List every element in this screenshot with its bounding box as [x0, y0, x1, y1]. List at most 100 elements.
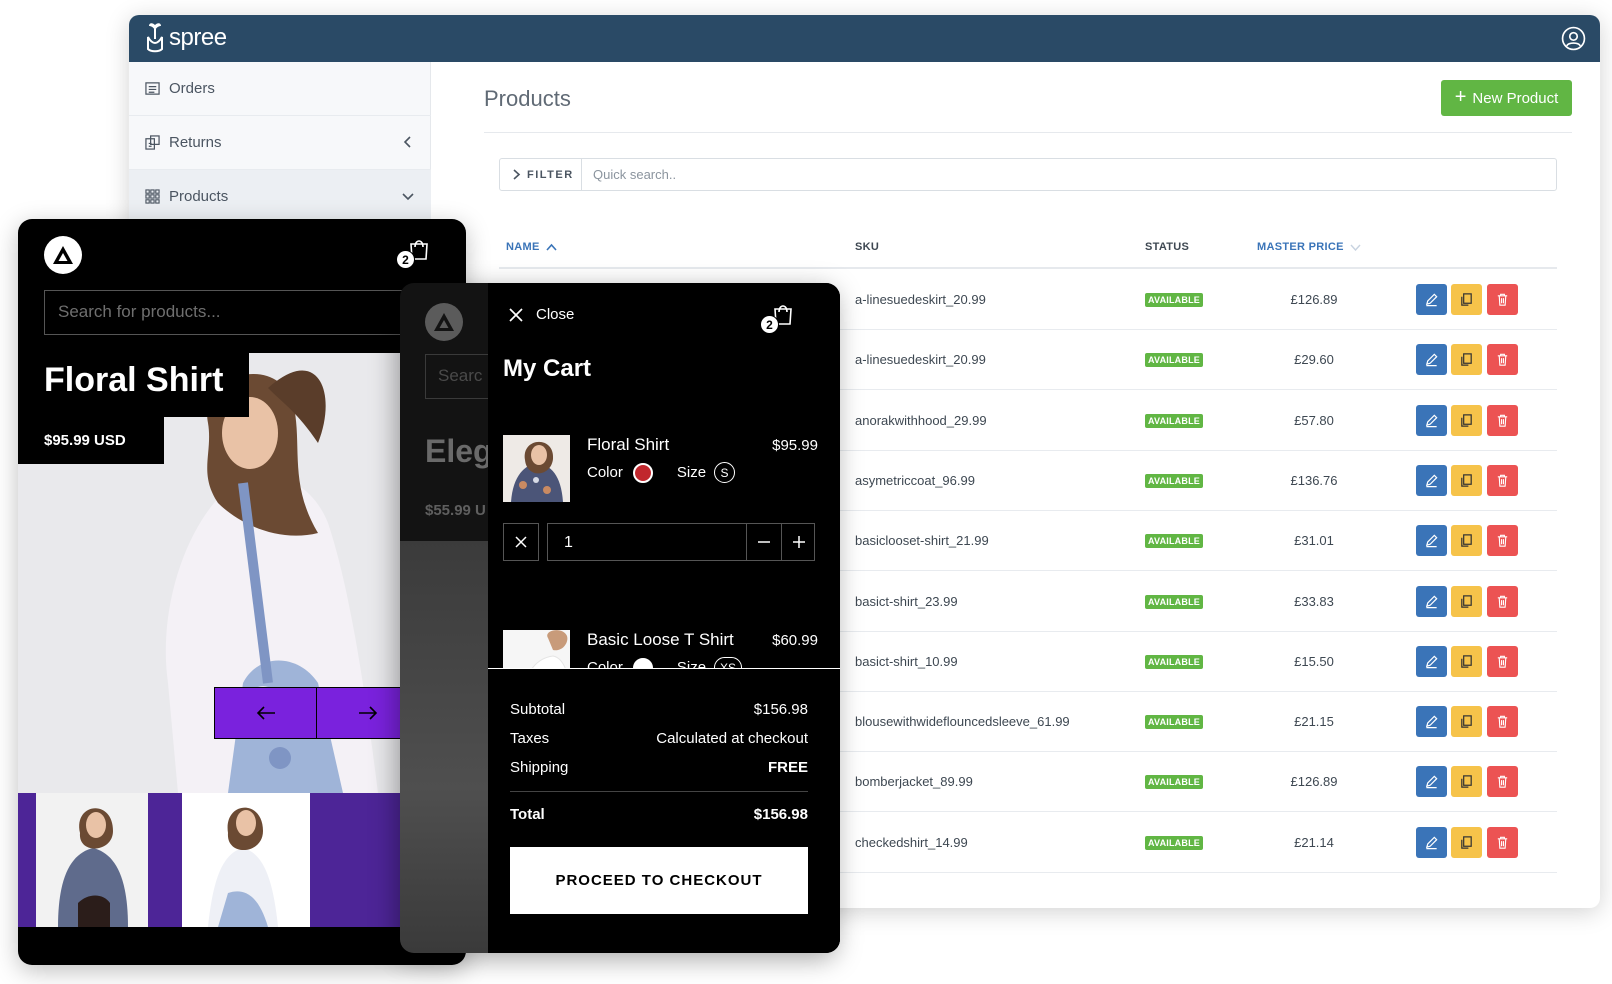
- store-logo-icon: [53, 246, 73, 264]
- sidebar-item-products[interactable]: Products: [129, 170, 431, 224]
- cart-item-price: $60.99: [772, 632, 818, 649]
- column-header-name[interactable]: NAME: [506, 241, 557, 253]
- sidebar-item-orders[interactable]: Orders: [129, 62, 431, 116]
- edit-product-button[interactable]: [1416, 706, 1447, 738]
- copy-icon: [1461, 594, 1472, 608]
- delete-product-button[interactable]: [1487, 826, 1518, 858]
- filter-label: FILTER: [527, 168, 574, 181]
- edit-product-button[interactable]: [1416, 525, 1447, 557]
- delete-product-button[interactable]: [1487, 344, 1518, 376]
- edit-product-button[interactable]: [1416, 645, 1447, 677]
- quantity-input[interactable]: 1: [547, 523, 815, 561]
- sort-ascending-icon: [545, 243, 557, 251]
- master-price: £126.89: [1290, 292, 1338, 307]
- product-search-input[interactable]: Search for products...: [44, 290, 444, 335]
- filter-toggle-button[interactable]: FILTER: [500, 159, 582, 190]
- copy-icon: [1461, 534, 1472, 547]
- cart-item-thumbnail[interactable]: [503, 630, 570, 668]
- taxes-row: Taxes Calculated at checkout: [510, 730, 808, 747]
- store-logo[interactable]: [44, 236, 82, 274]
- delete-product-button[interactable]: [1487, 404, 1518, 436]
- minus-icon: [758, 541, 770, 543]
- sidebar-item-label: Returns: [169, 134, 222, 151]
- trash-icon: [1497, 293, 1508, 306]
- clone-product-button[interactable]: [1451, 645, 1482, 677]
- product-title: Floral Shirt: [44, 361, 224, 399]
- thumbnail-1[interactable]: [36, 793, 148, 927]
- cart-item-options: Color Size XS: [587, 657, 743, 668]
- sidebar-item-returns[interactable]: Returns: [129, 116, 431, 170]
- trash-icon: [1497, 414, 1508, 427]
- product-sku: basict-shirt_10.99: [855, 653, 958, 669]
- color-label: Color: [587, 464, 623, 481]
- status-badge: AVAILABLE: [1145, 293, 1203, 307]
- delete-product-button[interactable]: [1487, 525, 1518, 557]
- quick-search-input[interactable]: [583, 159, 1553, 190]
- delete-product-button[interactable]: [1487, 766, 1518, 798]
- total-value: $156.98: [753, 806, 808, 823]
- edit-product-button[interactable]: [1416, 585, 1447, 617]
- returns-icon: [145, 135, 160, 150]
- edit-product-button[interactable]: [1416, 826, 1447, 858]
- master-price: £29.60: [1294, 352, 1334, 368]
- product-sku: basict-shirt_23.99: [855, 593, 958, 609]
- clone-product-button[interactable]: [1451, 766, 1482, 798]
- size-chip: XS: [714, 657, 743, 668]
- clone-product-button[interactable]: [1451, 525, 1482, 557]
- shipping-label: Shipping: [510, 759, 569, 776]
- clone-product-button[interactable]: [1451, 284, 1482, 315]
- clone-product-button[interactable]: [1451, 826, 1482, 858]
- clone-product-button[interactable]: [1451, 344, 1482, 376]
- clone-product-button[interactable]: [1451, 404, 1482, 436]
- master-price: £21.14: [1294, 834, 1334, 850]
- cart-item-thumbnail[interactable]: [503, 435, 570, 502]
- master-price: £33.83: [1294, 593, 1334, 609]
- shipping-value: FREE: [767, 759, 808, 776]
- edit-product-button[interactable]: [1416, 284, 1447, 315]
- edit-product-button[interactable]: [1416, 344, 1447, 376]
- delete-product-button[interactable]: [1487, 706, 1518, 738]
- spree-logo[interactable]: spree: [145, 21, 227, 55]
- trash-icon: [1497, 776, 1508, 789]
- decrease-quantity-button[interactable]: [746, 524, 781, 560]
- clone-product-button[interactable]: [1451, 706, 1482, 738]
- delete-product-button[interactable]: [1487, 645, 1518, 677]
- edit-product-button[interactable]: [1416, 404, 1447, 436]
- subtotal-row: Subtotal $156.98: [510, 701, 808, 718]
- proceed-to-checkout-button[interactable]: PROCEED TO CHECKOUT: [510, 847, 808, 914]
- color-swatch: [632, 462, 653, 483]
- clone-product-button[interactable]: [1451, 585, 1482, 617]
- product-sku: asymetriccoat_96.99: [855, 472, 975, 488]
- trash-icon: [1497, 595, 1508, 608]
- edit-product-button[interactable]: [1416, 464, 1447, 496]
- close-cart-button[interactable]: Close: [508, 306, 574, 323]
- edit-product-button[interactable]: [1416, 766, 1447, 798]
- delete-product-button[interactable]: [1487, 464, 1518, 496]
- total-label: Total: [510, 806, 545, 823]
- remove-item-button[interactable]: [503, 523, 539, 561]
- trash-icon: [1497, 534, 1508, 547]
- user-account-icon[interactable]: [1561, 26, 1586, 51]
- clone-product-button[interactable]: [1451, 464, 1482, 496]
- copy-icon: [1461, 353, 1472, 367]
- column-header-master-price[interactable]: MASTER PRICE: [1257, 241, 1361, 253]
- pencil-icon: [1425, 534, 1438, 548]
- increase-quantity-button[interactable]: [781, 524, 816, 560]
- close-icon: [509, 307, 523, 322]
- column-header-label: NAME: [506, 241, 540, 253]
- previous-image-button[interactable]: [215, 688, 317, 738]
- status-badge: AVAILABLE: [1145, 775, 1203, 790]
- trash-icon: [1497, 474, 1508, 487]
- copy-icon: [1461, 715, 1472, 728]
- new-product-button[interactable]: + New Product: [1441, 80, 1572, 116]
- status-badge: AVAILABLE: [1145, 534, 1203, 549]
- subtotal-label: Subtotal: [510, 701, 566, 718]
- delete-product-button[interactable]: [1487, 585, 1518, 617]
- status-badge: AVAILABLE: [1145, 413, 1203, 428]
- color-label: Color: [587, 659, 623, 668]
- thumbnail-2[interactable]: [182, 793, 310, 927]
- subtotal-value: $156.98: [753, 701, 808, 718]
- product-sku: blousewithwideflouncedsleeve_61.99: [855, 714, 1070, 730]
- delete-product-button[interactable]: [1487, 284, 1518, 315]
- master-price: £21.15: [1294, 714, 1334, 730]
